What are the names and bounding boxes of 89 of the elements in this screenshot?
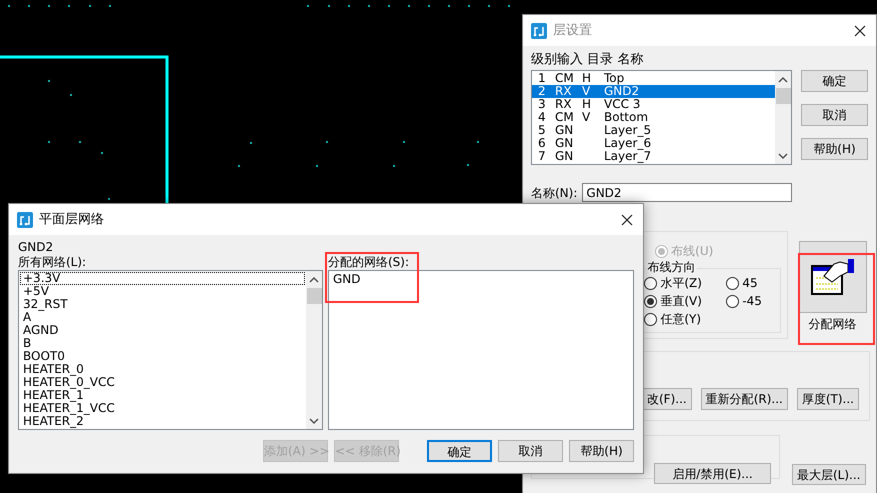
layer-cell-text: RX <box>555 98 573 111</box>
layer-cell-text: V <box>582 111 592 124</box>
layer-cell-text: 3 <box>538 98 547 111</box>
scroll-thumb[interactable] <box>306 288 322 304</box>
net-item[interactable]: AGND <box>20 324 305 337</box>
net-item[interactable]: +3.3V <box>20 272 305 285</box>
layer-cell-text: 6 <box>538 137 547 150</box>
layer-cell-text: 7 <box>538 150 547 163</box>
layer-cell-text: H <box>582 98 592 111</box>
hand-pointing-icon <box>810 258 856 296</box>
layer-cell-text: Top <box>604 72 626 85</box>
action-button[interactable]: 重新分配(R)... <box>700 388 788 410</box>
name-field[interactable]: GND2 <box>582 183 792 202</box>
radio-dot[interactable] <box>644 276 658 290</box>
direction-radio[interactable]: 45 <box>726 274 776 292</box>
layer-row[interactable]: 4 CM V Bottom <box>532 111 775 124</box>
net-item[interactable]: B <box>20 337 305 350</box>
layer-cell-text: 4 <box>538 111 547 124</box>
net-item[interactable]: HEATER_0 <box>20 363 305 376</box>
layer-row[interactable]: 1 CM H Top <box>532 72 775 85</box>
layer-cell-text: RX <box>555 85 573 98</box>
dialog-button[interactable]: 确定 <box>801 70 868 92</box>
assign-net-button[interactable] <box>798 241 867 313</box>
layer-cell-text: Layer_7 <box>604 150 652 163</box>
layer-cell-text: VCC 3 <box>604 98 642 111</box>
layer-cell-text: Layer_5 <box>604 124 652 137</box>
layer-cell-text: CM <box>555 111 575 124</box>
window-title: 层设置 <box>553 22 592 40</box>
layer-cell-text: 2 <box>538 85 547 98</box>
list-label: 所有网络(L): <box>18 255 88 270</box>
scroll-down-icon[interactable] <box>777 152 789 160</box>
net-item[interactable]: +5V <box>20 285 305 298</box>
layer-name: GND2 <box>18 240 54 255</box>
scroll-down-icon[interactable] <box>308 417 320 425</box>
layer-cell-text: GN <box>555 150 574 163</box>
layer-row[interactable]: 5 GN Layer_5 <box>532 124 775 137</box>
dialog-button[interactable]: 确定 <box>427 440 492 462</box>
window-title: 平面层网络 <box>39 210 104 229</box>
layer-cell-text: GN <box>555 124 574 137</box>
layer-cell-text: Bottom <box>604 111 650 124</box>
layer-cell-text: CM <box>555 72 575 85</box>
net-item[interactable]: A <box>20 311 305 324</box>
layer-row[interactable]: 6 GN Layer_6 <box>532 137 775 150</box>
radio-dot[interactable] <box>726 276 740 290</box>
layer-row[interactable]: 7 GN Layer_7 <box>532 150 775 163</box>
layer-cell-text: 1 <box>538 72 547 85</box>
list-label: 分配的网络(S): <box>328 255 410 270</box>
direction-radio[interactable]: -45 <box>726 292 776 310</box>
layer-cell-text: H <box>582 72 592 85</box>
close-button[interactable] <box>852 22 868 38</box>
layer-cell-text: V <box>582 85 592 98</box>
group-title: 布线方向 <box>645 260 698 274</box>
dialog-button[interactable]: 帮助(H) <box>569 440 634 462</box>
layer-cell-text: Layer_6 <box>604 137 652 150</box>
scrollbar[interactable] <box>306 271 322 429</box>
dialog-button[interactable]: 帮助(H) <box>801 138 868 160</box>
scrollbar[interactable] <box>775 71 791 164</box>
layer-cell-text: GND2 <box>604 85 640 98</box>
app-icon <box>17 212 33 228</box>
scroll-up-icon[interactable] <box>308 276 320 284</box>
field-label: 名称(N): <box>531 184 578 202</box>
scroll-thumb[interactable] <box>776 88 790 104</box>
net-item[interactable]: GND <box>330 272 632 286</box>
assign-net-label: 分配网络 <box>808 316 857 333</box>
layer-cell-text: GN <box>555 137 574 150</box>
layer-row[interactable]: 3 RX H VCC 3 <box>532 98 775 111</box>
radio-dot[interactable] <box>644 312 658 326</box>
layer-row[interactable]: 2 RX V GND2 <box>532 85 775 98</box>
radio-dot[interactable] <box>726 294 740 308</box>
net-item[interactable]: HEATER_2 <box>20 415 305 428</box>
bottom-button[interactable]: 启用/禁用(E)... <box>654 463 771 484</box>
bottom-button[interactable]: 最大层(L)... <box>792 464 866 485</box>
dialog-button[interactable]: 取消 <box>498 440 563 462</box>
radio-dot[interactable] <box>644 294 658 308</box>
net-item[interactable]: HEATER_1_VCC <box>20 402 305 415</box>
net-item[interactable]: BOOT0 <box>20 350 305 363</box>
column-header: 级别输入 目录 名称 <box>531 52 644 68</box>
layer-cell-text: 5 <box>538 124 547 137</box>
net-item[interactable]: HEATER_0_VCC <box>20 376 305 389</box>
app-icon <box>531 22 547 38</box>
layer-list[interactable]: 1 CM H Top 2 RX V GND2 3 RX H VCC 3 4 CM V Bottom 5 GN Layer_5 6 GN Layer_6 7 GN Layer_7 <box>531 70 792 165</box>
net-list[interactable]: +3.3V +5V 32_RST A AGND B BOOT0 HEATER_0 HEATER_0_VCC HEATER_1 HEATER_1_VCC HEATER_2 <box>18 270 323 430</box>
net-item[interactable]: HEATER_1 <box>20 389 305 402</box>
action-button[interactable]: 厚度(T)... <box>796 388 859 410</box>
scroll-up-icon[interactable] <box>777 76 789 84</box>
assigned-net-list[interactable]: GND <box>328 270 634 430</box>
net-item[interactable]: 32_RST <box>20 298 305 311</box>
dialog-button[interactable]: 取消 <box>801 104 868 126</box>
close-button[interactable] <box>619 212 635 228</box>
